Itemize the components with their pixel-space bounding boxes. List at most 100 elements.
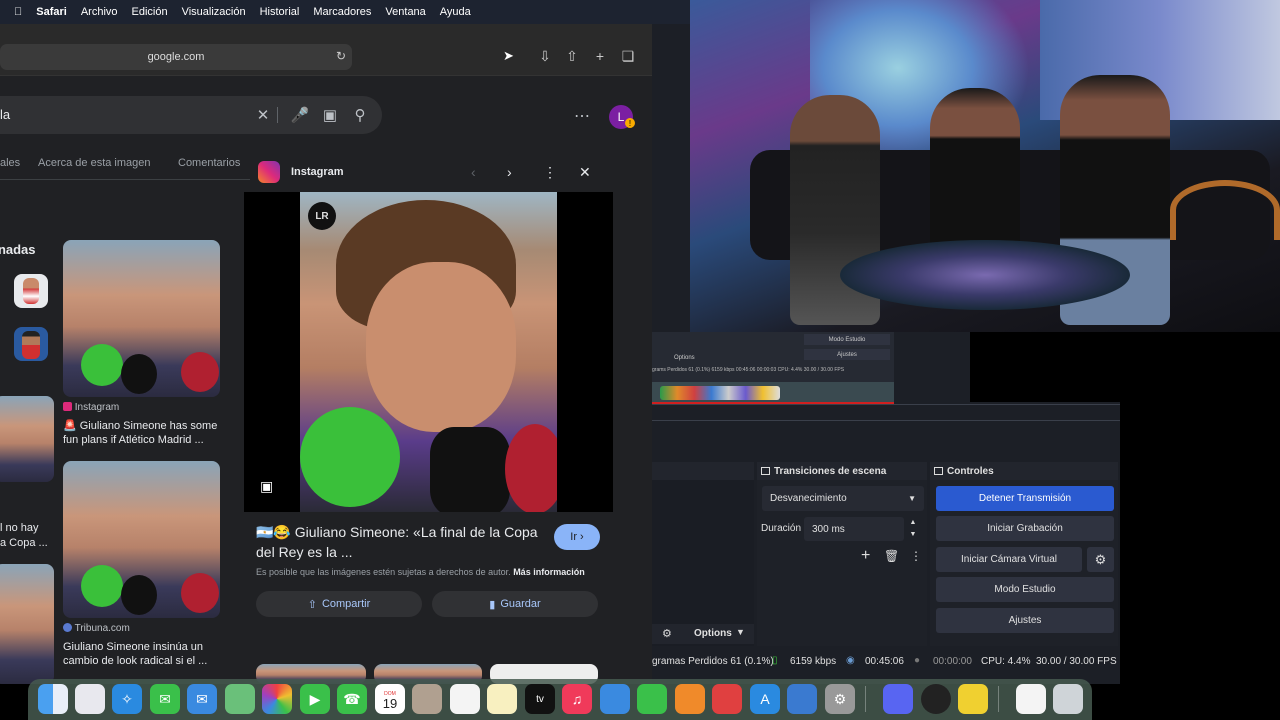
duration-input[interactable]: 300 ms <box>804 517 904 541</box>
messages-icon[interactable]: ✉ <box>150 684 180 714</box>
search-icon[interactable]: ⚲ <box>350 105 370 125</box>
more-vertical-icon[interactable]: ⋮ <box>910 549 922 563</box>
photos-icon[interactable] <box>262 684 292 714</box>
menu-safari[interactable]: Safari <box>36 6 67 18</box>
result-image-2[interactable] <box>63 461 220 618</box>
maps-icon[interactable] <box>225 684 255 714</box>
phone-icon[interactable]: ☎ <box>337 684 367 714</box>
finder-icon[interactable] <box>38 684 68 714</box>
search-input[interactable]: la <box>0 107 10 122</box>
start-recording-button[interactable]: Iniciar Grabación <box>936 516 1114 541</box>
share-icon[interactable]: ⇧ <box>562 46 582 66</box>
related-thumb-4[interactable] <box>0 564 54 684</box>
new-tab-icon[interactable]: + <box>590 46 610 66</box>
tab-overview-icon[interactable]: ❏ <box>618 46 638 66</box>
related-thumb-3[interactable] <box>0 396 54 482</box>
lens-icon[interactable]: ▣ <box>320 105 340 125</box>
launchpad-icon[interactable] <box>75 684 105 714</box>
pages-icon[interactable] <box>675 684 705 714</box>
menu-visualizacion[interactable]: Visualización <box>182 6 246 18</box>
save-button[interactable]: ▮ Guardar <box>432 591 598 617</box>
address-bar[interactable]: google.com ↻ <box>0 44 352 70</box>
menu-historial[interactable]: Historial <box>260 6 300 18</box>
trash-icon[interactable] <box>1053 684 1083 714</box>
apple-tv-icon[interactable]: tv <box>525 684 555 714</box>
gear-icon[interactable]: ⚙ <box>662 627 672 640</box>
result-1-source: Instagram <box>63 402 119 413</box>
menu-archivo[interactable]: Archivo <box>81 6 118 18</box>
result-image-1[interactable] <box>63 240 220 397</box>
mic-red <box>505 424 557 512</box>
tab-about-image[interactable]: Acerca de esta imagen <box>38 157 151 169</box>
tab-comments[interactable]: Comentarios <box>178 157 240 169</box>
downloads-icon[interactable]: ⇩ <box>535 46 555 66</box>
obs-nested-preview: Modo Estudio Ajustes Options grams Perdi… <box>652 332 894 404</box>
notes-icon[interactable] <box>487 684 517 714</box>
mini-options: Options <box>674 355 695 361</box>
obs-separator-2 <box>652 420 1120 421</box>
options-button[interactable]: Options <box>694 628 732 639</box>
preview-image[interactable]: LR ▣ <box>244 192 613 512</box>
camera-feed <box>690 0 1280 332</box>
rocket-typist-icon[interactable] <box>712 684 742 714</box>
clear-icon[interactable]: ✕ <box>253 105 273 125</box>
menu-edicion[interactable]: Edición <box>132 6 168 18</box>
music-icon[interactable]: ♫ <box>562 684 592 714</box>
obs-status-bar: gramas Perdidos 61 (0.1%) ▯ 6159 kbps ◉ … <box>652 652 1120 672</box>
apple-menu-icon[interactable]:  <box>14 6 22 18</box>
preview-caption[interactable]: 🇦🇷😂 Giuliano Simeone: «La final de la Co… <box>256 522 546 562</box>
studio-mode-button[interactable]: Modo Estudio <box>936 577 1114 602</box>
close-icon[interactable]: ✕ <box>579 164 591 181</box>
trash-icon[interactable]: 🗑 <box>884 549 899 563</box>
next-icon[interactable]: › <box>507 164 512 180</box>
panel-site-name[interactable]: Instagram <box>291 166 344 178</box>
obs-icon[interactable] <box>921 684 951 714</box>
reload-icon[interactable]: ↻ <box>336 49 346 63</box>
share-icon: ⇧ <box>307 598 317 611</box>
keynote-icon[interactable] <box>600 684 630 714</box>
calendar-icon[interactable]: DOM 19 <box>375 684 405 714</box>
system-settings-icon[interactable]: ⚙ <box>825 684 855 714</box>
result-1-title[interactable]: 🚨 Giuliano Simeone has some fun plans if… <box>63 419 223 447</box>
menu-ayuda[interactable]: Ayuda <box>440 6 471 18</box>
related-heading: onadas <box>0 242 36 257</box>
visit-button[interactable]: Ir › <box>554 524 600 550</box>
transition-select[interactable]: Desvanecimiento ▼ <box>762 486 924 511</box>
stop-stream-button[interactable]: Detener Transmisión <box>936 486 1114 511</box>
microphone-icon[interactable]: 🎤 <box>290 105 310 125</box>
search-box[interactable]: la ✕ 🎤 ▣ ⚲ <box>0 96 382 134</box>
related-thumb-1[interactable] <box>14 274 48 308</box>
more-info-link[interactable]: Más información <box>513 567 585 577</box>
settings-button[interactable]: Ajustes <box>936 608 1114 633</box>
lens-search-icon[interactable]: ▣ <box>260 478 273 495</box>
add-transition-icon[interactable]: + <box>861 547 870 565</box>
share-button[interactable]: ⇧ Compartir <box>256 591 422 617</box>
related-thumb-2[interactable] <box>14 327 48 361</box>
tab-bar <box>0 24 652 38</box>
lightbulb-icon[interactable] <box>958 684 988 714</box>
mail-icon[interactable]: ✉ <box>187 684 217 714</box>
discord-icon[interactable] <box>883 684 913 714</box>
url-text: google.com <box>147 51 205 63</box>
previous-icon[interactable]: ‹ <box>471 164 476 180</box>
duration-stepper[interactable]: ▲ ▼ <box>906 517 920 541</box>
document-icon[interactable] <box>1016 684 1046 714</box>
apps-grid-icon[interactable]: ⋯ <box>574 106 590 126</box>
menu-marcadores[interactable]: Marcadores <box>313 6 371 18</box>
app-store-icon[interactable]: A <box>750 684 780 714</box>
preview-icon[interactable] <box>787 684 817 714</box>
safari-icon[interactable]: ✧ <box>112 684 142 714</box>
chevron-down-icon[interactable]: ▼ <box>736 627 745 637</box>
more-vertical-icon[interactable]: ⋮ <box>543 164 557 181</box>
mini-status: grams Perdidos 61 (0.1%) 6159 kbps 00:45… <box>652 367 845 373</box>
tab-ales[interactable]: ales <box>0 157 20 169</box>
tv-label: tv <box>536 693 544 705</box>
facetime-icon[interactable]: ▶ <box>300 684 330 714</box>
result-2-title[interactable]: Giuliano Simeone insinúa un cambio de lo… <box>63 640 223 668</box>
numbers-icon[interactable] <box>637 684 667 714</box>
virtual-camera-settings-icon[interactable]: ⚙ <box>1087 547 1114 572</box>
reminders-icon[interactable] <box>450 684 480 714</box>
contacts-icon[interactable] <box>412 684 442 714</box>
menu-ventana[interactable]: Ventana <box>385 6 425 18</box>
start-virtual-camera-button[interactable]: Iniciar Cámara Virtual <box>936 547 1082 572</box>
